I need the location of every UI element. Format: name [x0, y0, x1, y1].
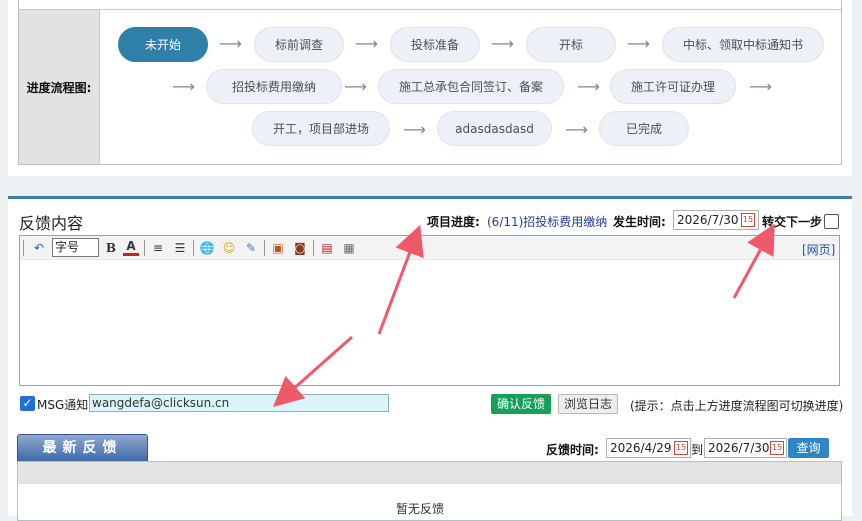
flow-arrow: ⟶: [172, 77, 195, 96]
undo-icon[interactable]: ↶: [31, 240, 47, 256]
bold-icon[interactable]: B: [103, 240, 119, 256]
flash-icon[interactable]: ◙: [292, 240, 308, 256]
browse-log-button[interactable]: 浏览日志: [558, 394, 618, 414]
calendar-icon[interactable]: 15: [770, 441, 784, 455]
table-icon[interactable]: ▦: [341, 240, 357, 256]
step-pre-bid-survey[interactable]: 标前调查: [254, 27, 344, 62]
tab-latest-feedback[interactable]: 最新反馈: [17, 434, 148, 462]
flow-arrow: ⟶: [355, 34, 378, 53]
transfer-next-step-checkbox[interactable]: [824, 214, 839, 229]
transfer-next-step-label: 转交下一步: [762, 215, 823, 229]
flow-arrow: ⟶: [403, 120, 426, 139]
flow-arrow: ⟶: [749, 77, 772, 96]
font-color-icon[interactable]: A: [123, 240, 139, 256]
font-size-select[interactable]: 字号: [52, 238, 99, 257]
step-not-started[interactable]: 未开始: [118, 27, 208, 62]
step-completed[interactable]: 已完成: [599, 111, 689, 146]
feedback-list-header: [18, 462, 841, 484]
toolbar-separator: [264, 240, 265, 256]
flow-arrow: ⟶: [577, 77, 600, 96]
step-bid-award-notice[interactable]: 中标、领取中标通知书: [662, 27, 824, 62]
calendar-icon[interactable]: 15: [674, 441, 688, 455]
step-bidding-fee-payment[interactable]: 招投标费用缴纳: [206, 69, 342, 104]
toolbar-separator: [23, 240, 24, 256]
image-icon[interactable]: ▣: [270, 240, 286, 256]
toolbar-separator: [193, 240, 194, 256]
webpage-mode-link[interactable]: [网页]: [802, 241, 835, 258]
feedback-time-label: 反馈时间:: [546, 443, 599, 457]
step-construction-start[interactable]: 开工，项目部进场: [252, 111, 390, 146]
editor-toolbar: ↶ 字号 B A ≡ ☰ 🌐 ☺ ✎ ▣ ◙ ▤ ▦ [网页]: [20, 236, 839, 260]
email-field[interactable]: wangdefa@clicksun.cn: [89, 394, 389, 412]
step-bid-opening[interactable]: 开标: [526, 27, 616, 62]
rich-text-editor[interactable]: ↶ 字号 B A ≡ ☰ 🌐 ☺ ✎ ▣ ◙ ▤ ▦ [网页]: [19, 235, 840, 386]
step-adasdasdasd[interactable]: adasdasdasd: [437, 111, 552, 146]
feedback-title: 反馈内容: [19, 214, 84, 233]
flow-arrow: ⟶: [491, 34, 514, 53]
step-bid-preparation[interactable]: 投标准备: [390, 27, 480, 62]
calendar-icon[interactable]: 15: [741, 213, 755, 227]
step-contract-signing[interactable]: 施工总承包合同签订、备案: [378, 69, 564, 104]
hint-text: (提示：点击上方进度流程图可切换进度): [630, 399, 844, 413]
align-icon[interactable]: ≡: [150, 240, 166, 256]
msg-notify-label: MSG通知: [37, 398, 89, 412]
project-progress-label: 项目进度:: [427, 215, 480, 229]
project-progress-value: (6/11)招投标费用缴纳: [487, 215, 608, 229]
empty-state-text: 暂无反馈: [396, 502, 445, 516]
msg-notify-checkbox[interactable]: ✓: [20, 396, 35, 411]
flow-arrow: ⟶: [344, 77, 367, 96]
toolbar-separator: [144, 240, 145, 256]
table-header-row: [19, 0, 841, 10]
progress-flow-label: 进度流程图:: [19, 10, 100, 164]
step-construction-permit[interactable]: 施工许可证办理: [610, 69, 736, 104]
emoticon-icon[interactable]: ☺: [221, 240, 237, 256]
flow-arrow: ⟶: [627, 34, 650, 53]
to-label: 到: [691, 443, 704, 457]
query-button[interactable]: 查询: [788, 438, 829, 458]
flow-arrow: ⟶: [565, 120, 588, 139]
flow-arrow: ⟶: [219, 34, 242, 53]
link-icon[interactable]: 🌐: [199, 240, 215, 256]
media-icon[interactable]: ▤: [319, 240, 335, 256]
list-icon[interactable]: ☰: [172, 240, 188, 256]
occur-time-label: 发生时间:: [613, 215, 666, 229]
toolbar-separator: [313, 240, 314, 256]
confirm-feedback-button[interactable]: 确认反馈: [491, 394, 551, 414]
edit-icon[interactable]: ✎: [243, 240, 259, 256]
